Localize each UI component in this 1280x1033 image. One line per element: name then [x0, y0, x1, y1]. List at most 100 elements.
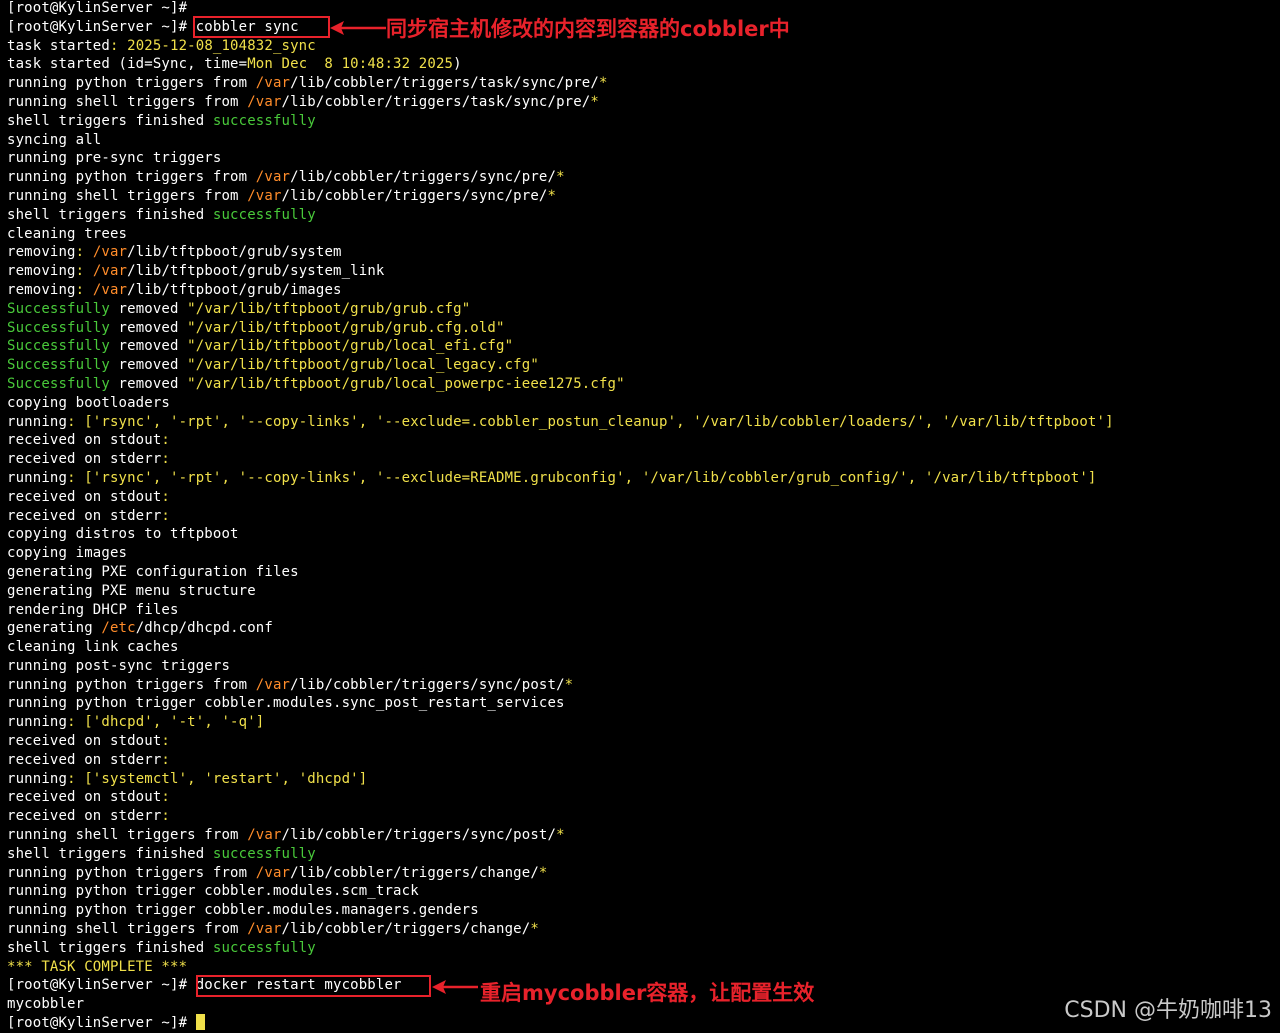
- terminal-text-segment: running post-sync triggers: [7, 657, 231, 674]
- terminal-text-segment: generating PXE configuration files: [7, 563, 299, 580]
- terminal-line: received on stderr:: [7, 507, 1277, 526]
- terminal-text-segment: /var: [247, 187, 282, 204]
- terminal-text-segment: running python triggers from: [7, 864, 256, 881]
- terminal-line: running python trigger cobbler.modules.m…: [7, 901, 1277, 920]
- terminal-line: removing: /var/lib/tftpboot/grub/system_…: [7, 262, 1277, 281]
- terminal-line: received on stdout:: [7, 788, 1277, 807]
- terminal-text-segment: successfully: [212, 206, 316, 223]
- terminal-line: running shell triggers from /var/lib/cob…: [7, 187, 1277, 206]
- terminal-text-segment: /lib/cobbler/triggers/sync/pre/: [281, 187, 548, 204]
- terminal-text-segment: successfully: [212, 112, 316, 129]
- terminal-text-segment: /var: [92, 244, 128, 261]
- terminal-text-segment: :: [161, 808, 171, 825]
- terminal-line: syncing all: [7, 131, 1277, 150]
- terminal-line: running shell triggers from /var/lib/cob…: [7, 93, 1277, 112]
- terminal-text-segment: running python triggers from: [7, 169, 256, 186]
- terminal-line: received on stderr:: [7, 450, 1277, 469]
- terminal-text-segment: /var: [247, 921, 282, 938]
- terminal-line: received on stderr:: [7, 807, 1277, 826]
- terminal-line: copying distros to tftpboot: [7, 525, 1277, 544]
- terminal-text-segment: shell triggers finished: [7, 112, 213, 129]
- terminal-text-segment: cleaning trees: [7, 225, 128, 242]
- terminal-text-segment: ): [453, 56, 462, 73]
- terminal-text-segment: running: [7, 714, 68, 731]
- terminal-text-segment: received on stdout: [7, 488, 162, 505]
- terminal-text-segment: received on stdout: [7, 789, 162, 806]
- terminal-text-segment: /lib/tftpboot/grub/system_link: [127, 263, 385, 280]
- terminal-text-segment: copying distros to tftpboot: [7, 526, 239, 543]
- terminal-line: Successfully removed "/var/lib/tftpboot/…: [7, 319, 1277, 338]
- restart-arrow-icon: [432, 980, 478, 994]
- terminal-text-segment: task started (id=Sync, time=: [7, 56, 248, 73]
- terminal-text-segment: received on stderr: [7, 507, 162, 524]
- terminal-text-segment: : 2025-12-08_104832_sync: [109, 37, 316, 54]
- terminal-text-segment: removed: [109, 300, 188, 317]
- docker-restart-highlight-box: [196, 975, 431, 997]
- terminal-text-segment: :: [161, 733, 171, 750]
- terminal-line: cleaning trees: [7, 225, 1277, 244]
- terminal-text-segment: Successfully: [7, 319, 110, 336]
- terminal-line: running shell triggers from /var/lib/cob…: [7, 920, 1277, 939]
- terminal-line: copying bootloaders: [7, 394, 1277, 413]
- terminal-line: removing: /var/lib/tftpboot/grub/images: [7, 281, 1277, 300]
- terminal-text-segment: :: [161, 488, 171, 505]
- terminal-text-segment: /lib/cobbler/triggers/change/: [290, 864, 539, 881]
- terminal-text-segment: syncing all: [7, 131, 102, 148]
- terminal-text-segment: running: [7, 770, 68, 787]
- terminal-line: removing: /var/lib/tftpboot/grub/system: [7, 243, 1277, 262]
- terminal-text-segment: successfully: [212, 845, 316, 862]
- terminal-text-segment: [root@KylinServer ~]#: [7, 0, 188, 16]
- terminal-line: running python triggers from /var/lib/co…: [7, 168, 1277, 187]
- terminal-text-segment: generating PXE menu structure: [7, 582, 256, 599]
- terminal-line: cleaning link caches: [7, 638, 1277, 657]
- terminal-text-segment: running shell triggers from: [7, 921, 248, 938]
- terminal-line: running shell triggers from /var/lib/cob…: [7, 826, 1277, 845]
- terminal-text-segment: : ['systemctl', 'restart', 'dhcpd']: [67, 770, 368, 787]
- terminal-text-segment: removing: [7, 263, 76, 280]
- terminal-text-segment: running python trigger cobbler.modules.s…: [7, 695, 565, 712]
- terminal-text-segment: *** TASK COMPLETE ***: [7, 958, 188, 975]
- terminal-text-segment: /lib/cobbler/triggers/task/sync/pre/: [290, 75, 599, 92]
- terminal-text-segment: *: [556, 169, 565, 186]
- terminal-output[interactable]: [root@KylinServer ~]# [root@KylinServer ~…: [7, 0, 1277, 1033]
- terminal-text-segment: :: [161, 751, 171, 768]
- terminal-text-segment: *: [598, 75, 608, 92]
- terminal-text-segment: /lib/tftpboot/grub/images: [127, 281, 342, 298]
- terminal-text-segment: "/var/lib/tftpboot/grub/grub.cfg": [187, 300, 471, 317]
- terminal-text-segment: copying bootloaders: [7, 394, 170, 411]
- terminal-text-segment: *: [590, 93, 599, 110]
- terminal-line: running python trigger cobbler.modules.s…: [7, 882, 1277, 901]
- terminal-text-segment: :: [161, 507, 171, 524]
- terminal-text-segment: running: [7, 469, 68, 486]
- terminal-line: generating PXE menu structure: [7, 582, 1277, 601]
- terminal-line: Successfully removed "/var/lib/tftpboot/…: [7, 337, 1277, 356]
- terminal-text-segment: removed: [109, 357, 188, 374]
- terminal-text-segment: /lib/tftpboot/grub/system: [127, 244, 342, 261]
- terminal-text-segment: :: [161, 432, 171, 449]
- terminal-text-segment: *: [556, 827, 565, 844]
- terminal-line: running post-sync triggers: [7, 657, 1277, 676]
- terminal-text-segment: received on stderr: [7, 451, 162, 468]
- terminal-text-segment: Successfully: [7, 357, 110, 374]
- terminal-line: received on stderr:: [7, 751, 1277, 770]
- terminal-text-segment: Successfully: [7, 338, 110, 355]
- terminal-text-segment: removed: [109, 375, 188, 392]
- terminal-line: task started (id=Sync, time=Mon Dec 8 10…: [7, 55, 1277, 74]
- terminal-text-segment: /var: [255, 169, 291, 186]
- terminal-text-segment: running shell triggers from: [7, 187, 248, 204]
- terminal-text-segment: received on stderr: [7, 808, 162, 825]
- terminal-text-segment: running python triggers from: [7, 75, 256, 92]
- terminal-text-segment: /var: [247, 93, 282, 110]
- terminal-text-segment: : ['rsync', '-rpt', '--copy-links', '--e…: [67, 413, 1114, 430]
- terminal-text-segment: /var: [92, 281, 128, 298]
- terminal-line: running: ['systemctl', 'restart', 'dhcpd…: [7, 770, 1277, 789]
- terminal-text-segment: *: [530, 921, 539, 938]
- terminal-text-segment: :: [161, 451, 171, 468]
- terminal-text-segment: received on stdout: [7, 432, 162, 449]
- terminal-text-segment: mycobbler: [7, 996, 85, 1013]
- terminal-text-segment: successfully: [212, 939, 316, 956]
- terminal-text-segment: running python trigger cobbler.modules.s…: [7, 883, 419, 900]
- terminal-text-segment: /lib/cobbler/triggers/change/: [281, 921, 531, 938]
- terminal-text-segment: /var: [255, 676, 291, 693]
- terminal-line: generating /etc/dhcp/dhcpd.conf: [7, 619, 1277, 638]
